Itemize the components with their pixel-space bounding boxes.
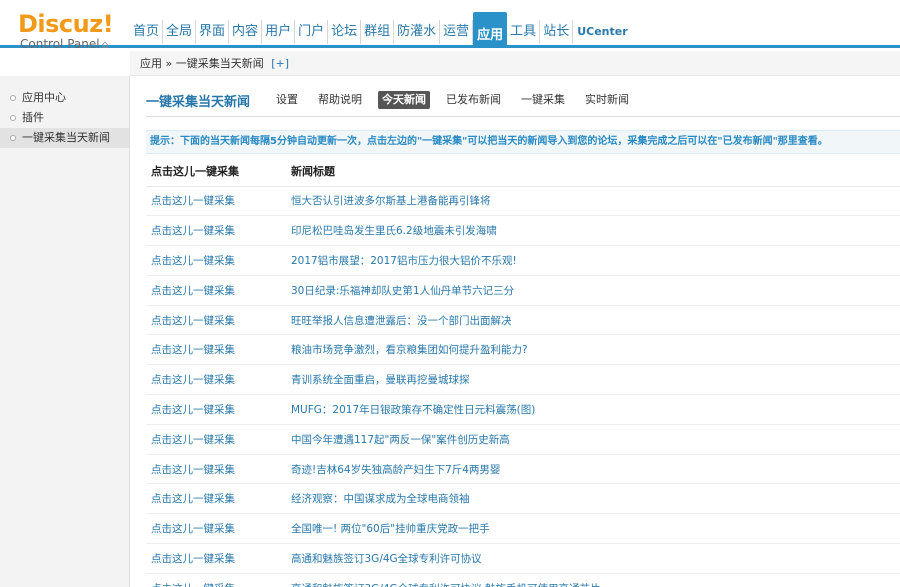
home-icon: ⌂ — [101, 38, 109, 51]
column-header-collect: 点击这儿一键采集 — [146, 156, 286, 187]
header: Discuz! Control Panel ⌂ 首页 全局 界面 内容 用户 门户 论坛 群组防… — [0, 0, 900, 51]
plugin-title: 一键采集当天新闻 — [146, 94, 251, 110]
plugin-header: 一键采集当天新闻 设置 帮助说明 今天新闻 已发布新闻 一键采集 实时新闻 — [146, 90, 645, 110]
logo[interactable]: Discuz! Control Panel ⌂ — [0, 0, 130, 51]
add-shortcut-link[interactable]: [+] — [271, 57, 289, 70]
logo-subtitle-text: Control Panel — [20, 37, 100, 51]
sidebar-item-label: 一键采集当天新闻 — [22, 131, 110, 144]
news-title: MUFG：2017年日银政策存不确定性日元料震荡(图) — [286, 394, 900, 425]
news-title: 2017铝市展望：2017铝市压力很大铝价不乐观! — [286, 245, 900, 276]
news-title: 高通和魅族签订3G/4G全球专利许可协议 — [286, 543, 900, 574]
nav-item-11[interactable]: 工具 — [507, 20, 541, 44]
collect-link[interactable]: 点击这儿一键采集 — [146, 454, 286, 485]
nav-item-8[interactable]: 防灌水 — [394, 20, 441, 44]
tab-1[interactable]: 帮助说明 — [314, 91, 366, 109]
column-header-title: 新闻标题 — [286, 156, 900, 187]
table-row: 点击这儿一键采集 恒大否认引进波多尔斯基上港备能再引锋将 — [146, 186, 900, 217]
collect-link[interactable]: 点击这儿一键采集 — [146, 364, 286, 396]
nav-item-13[interactable]: UCenter — [573, 20, 631, 44]
news-title: 经济观察：中国谋求成为全球电商领袖 — [286, 483, 900, 515]
table-header-row: 点击这儿一键采集 新闻标题 — [146, 156, 900, 187]
nav-item-5[interactable]: 门户 — [295, 20, 329, 44]
tab-3[interactable]: 已发布新闻 — [442, 91, 505, 109]
header-divider — [146, 116, 900, 117]
table-row: 点击这儿一键采集 印尼松巴哇岛发生里氏6.2级地震未引发海啸 — [146, 215, 900, 247]
collect-link[interactable]: 点击这儿一键采集 — [146, 513, 286, 545]
tab-4[interactable]: 一键采集 — [517, 91, 569, 109]
table-row: 点击这儿一键采集 MUFG：2017年日银政策存不确定性日元料震荡(图) — [146, 394, 900, 425]
nav-item-10[interactable]: 应用 — [473, 12, 508, 48]
breadcrumb-text: 应用 » 一键采集当天新闻 — [140, 57, 264, 70]
collect-link[interactable]: 点击这儿一键采集 — [146, 275, 286, 306]
nav-item-4[interactable]: 用户 — [262, 20, 296, 44]
table-row: 点击这儿一键采集高通和魅族签订3G/4G全球专利许可协议 魅族手机可使用高通芯片 — [146, 573, 900, 587]
table-body: 点击这儿一键采集 恒大否认引进波多尔斯基上港备能再引锋将 点击这儿一键采集 印尼松巴哇… — [146, 186, 900, 587]
bullet-icon — [10, 135, 16, 141]
sidebar-item-label: 应用中心 — [22, 91, 66, 104]
logo-subtitle: Control Panel ⌂ — [20, 38, 109, 51]
sidebar-menu: 应用中心插件一键采集当天新闻 — [0, 88, 129, 148]
sidebar-item-2[interactable]: 一键采集当天新闻 — [0, 128, 129, 148]
tab-0[interactable]: 设置 — [272, 91, 302, 109]
nav-item-2[interactable]: 界面 — [196, 20, 230, 44]
logo-brand: Discuz! — [18, 10, 114, 38]
breadcrumb: 应用 » 一键采集当天新闻 [+] — [130, 51, 900, 76]
table-row: 点击这儿一键采集 粮油市场竞争激烈，看京粮集团如何提升盈利能力? — [146, 334, 900, 366]
collect-link[interactable]: 点击这儿一键采集 — [146, 394, 286, 425]
table-row: 点击这儿一键采集 奇迹!吉林64岁失独高龄产妇生下7斤4两男婴 — [146, 454, 900, 485]
collect-link[interactable]: 点击这儿一键采集 — [146, 334, 286, 366]
sidebar: 应用中心插件一键采集当天新闻 — [0, 76, 130, 587]
table-row: 点击这儿一键采集 2017铝市展望：2017铝市压力很大铝价不乐观! — [146, 245, 900, 276]
collect-link[interactable]: 点击这儿一键采集 — [146, 543, 286, 574]
collect-link[interactable]: 点击这儿一键采集 — [146, 305, 286, 336]
news-table: 点击这儿一键采集 新闻标题 点击这儿一键采集 恒大否认引进波多尔斯基上港备能再引锋… — [146, 156, 900, 587]
news-title: 全国唯一! 两位"60后"挂帅重庆党政一把手 — [286, 513, 900, 545]
news-title: 青训系统全面重启，曼联再挖曼城球探 — [286, 364, 900, 396]
news-title: 印尼松巴哇岛发生里氏6.2级地震未引发海啸 — [286, 215, 900, 247]
news-title: 中国今年遭遇117起"两反一保"案件创历史新高 — [286, 424, 900, 455]
news-title: 恒大否认引进波多尔斯基上港备能再引锋将 — [286, 186, 900, 217]
sidebar-item-0[interactable]: 应用中心 — [0, 88, 129, 108]
nav-item-1[interactable]: 全局 — [163, 20, 197, 44]
table-row: 点击这儿一键采集 经济观察：中国谋求成为全球电商领袖 — [146, 483, 900, 515]
plugin-tabs: 设置 帮助说明 今天新闻 已发布新闻 一键采集 实时新闻 — [272, 91, 645, 109]
main-content: 一键采集当天新闻 设置 帮助说明 今天新闻 已发布新闻 一键采集 实时新闻 提示：下面的当… — [130, 76, 900, 587]
news-title: 奇迹!吉林64岁失独高龄产妇生下7斤4两男婴 — [286, 454, 900, 485]
collect-link[interactable]: 点击这儿一键采集 — [146, 186, 286, 217]
sidebar-item-1[interactable]: 插件 — [0, 108, 129, 128]
tab-2[interactable]: 今天新闻 — [378, 91, 431, 109]
nav-item-3[interactable]: 内容 — [229, 20, 263, 44]
tab-5[interactable]: 实时新闻 — [581, 91, 633, 109]
collect-link[interactable]: 点击这儿一键采集 — [146, 245, 286, 276]
table-row: 点击这儿一键采集 旺旺举报人信息遭泄露后：没一个部门出面解决 — [146, 305, 900, 336]
nav-item-9[interactable]: 运营 — [440, 20, 474, 44]
table-row: 点击这儿一键采集 30日纪录:乐福神却队史第1人仙丹单节六记三分 — [146, 275, 900, 306]
news-title: 粮油市场竞争激烈，看京粮集团如何提升盈利能力? — [286, 334, 900, 366]
bullet-icon — [10, 115, 16, 121]
nav-item-12[interactable]: 站长 — [540, 20, 574, 44]
collect-link[interactable]: 点击这儿一键采集 — [146, 215, 286, 247]
table-row: 点击这儿一键采集 全国唯一! 两位"60后"挂帅重庆党政一把手 — [146, 513, 900, 545]
collect-link[interactable]: 点击这儿一键采集 — [146, 573, 286, 587]
tip-banner: 提示：下面的当天新闻每隔5分钟自动更新一次，点击左边的"一键采集"可以把当天的新… — [146, 130, 900, 154]
table-row: 点击这儿一键采集 青训系统全面重启，曼联再挖曼城球探 — [146, 364, 900, 396]
bullet-icon — [10, 95, 16, 101]
collect-link[interactable]: 点击这儿一键采集 — [146, 483, 286, 515]
nav-item-7[interactable]: 群组 — [361, 20, 395, 44]
table-row: 点击这儿一键采集 中国今年遭遇117起"两反一保"案件创历史新高 — [146, 424, 900, 455]
news-title: 旺旺举报人信息遭泄露后：没一个部门出面解决 — [286, 305, 900, 336]
news-title: 高通和魅族签订3G/4G全球专利许可协议 魅族手机可使用高通芯片 — [286, 573, 900, 587]
news-title: 30日纪录:乐福神却队史第1人仙丹单节六记三分 — [286, 275, 900, 306]
collect-link[interactable]: 点击这儿一键采集 — [146, 424, 286, 455]
nav-item-6[interactable]: 论坛 — [328, 20, 362, 44]
top-nav: 首页 全局 界面 内容 用户 门户 论坛 群组 防灌水 运营 应用 工具 站长 UCenter — [130, 12, 632, 48]
table-row: 点击这儿一键采集 高通和魅族签订3G/4G全球专利许可协议 — [146, 543, 900, 574]
nav-item-0[interactable]: 首页 — [130, 20, 164, 44]
sidebar-item-label: 插件 — [22, 111, 44, 124]
